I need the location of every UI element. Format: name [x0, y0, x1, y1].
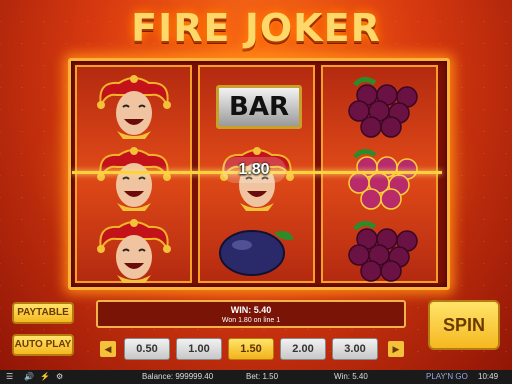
balance-text: Balance: 999999.40 — [142, 372, 214, 381]
menu-icon[interactable]: ☰ — [6, 370, 13, 384]
grapes-icon — [348, 149, 418, 210]
win-amount-label: 1.80 — [222, 157, 286, 183]
bet-increase-button[interactable]: ▶ — [388, 341, 404, 357]
grapes-icon — [348, 77, 418, 138]
grapes-icon — [348, 221, 418, 282]
joker-symbol — [77, 69, 190, 141]
turbo-icon[interactable]: ⚡ — [40, 370, 50, 384]
joker-icon — [97, 147, 171, 211]
status-bar: ☰ 🔊 ⚡ ⚙ Balance: 999999.40 Bet: 1.50 Win… — [0, 370, 512, 384]
sound-icon[interactable]: 🔊 — [24, 370, 34, 384]
autoplay-button[interactable]: AUTO PLAY — [12, 334, 74, 356]
grapes-symbol — [323, 141, 436, 213]
spin-button[interactable]: SPIN — [428, 300, 500, 350]
joker-icon — [97, 75, 171, 139]
bet-option-3[interactable]: 2.00 — [280, 338, 326, 360]
bet-text: Bet: 1.50 — [246, 372, 279, 381]
win-total-text: WIN: 5.40 — [230, 305, 272, 315]
clock-text: 10:49 — [478, 372, 499, 381]
reel-1 — [75, 65, 192, 283]
grapes-symbol — [323, 213, 436, 285]
joker-icon — [97, 219, 171, 283]
plum-symbol — [200, 213, 313, 285]
joker-symbol — [77, 141, 190, 213]
bar-icon: BAR — [216, 85, 302, 129]
bet-option-0[interactable]: 0.50 — [124, 338, 170, 360]
brand-logo: PLAY'N GO — [426, 372, 468, 381]
win-text: Win: 5.40 — [334, 372, 368, 381]
bet-decrease-button[interactable]: ◀ — [100, 341, 116, 357]
bet-option-1[interactable]: 1.00 — [176, 338, 222, 360]
bar-symbol: BAR — [200, 69, 313, 141]
plum-icon — [219, 230, 294, 276]
bet-option-4[interactable]: 3.00 — [332, 338, 378, 360]
bet-option-2[interactable]: 1.50 — [228, 338, 274, 360]
settings-icon[interactable]: ⚙ — [56, 370, 63, 384]
win-detail-text: Won 1.80 on line 1 — [221, 317, 281, 324]
reel-3 — [321, 65, 438, 283]
paytable-button[interactable]: PAYTABLE — [12, 302, 74, 324]
grapes-symbol — [323, 69, 436, 141]
game-title: FIRE JOKER — [131, 6, 381, 50]
joker-symbol — [77, 213, 190, 285]
win-panel: WIN: 5.40 Won 1.80 on line 1 — [96, 300, 406, 328]
